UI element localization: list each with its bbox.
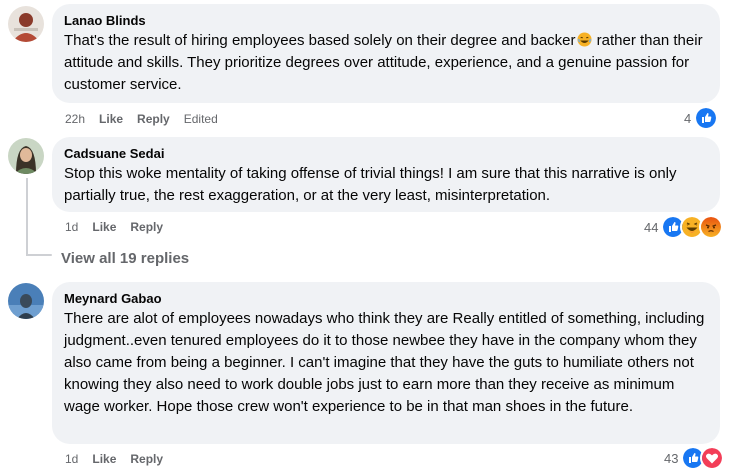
comment-text-part: That's the result of hiring employees ba…	[64, 32, 576, 49]
view-replies-link[interactable]: View all 19 replies	[61, 250, 189, 267]
comment-timestamp[interactable]: 1d	[65, 451, 78, 467]
thread-connector-branch	[26, 254, 52, 256]
comment-bubble: Lanao Blinds That's the result of hiring…	[52, 4, 720, 103]
reply-button[interactable]: Reply	[137, 111, 170, 127]
reaction-count: 44	[644, 219, 659, 235]
comment-bubble: Meynard Gabao There are alot of employee…	[52, 282, 720, 444]
like-reaction-icon	[694, 106, 719, 130]
reply-button[interactable]: Reply	[130, 451, 163, 467]
laughing-emoji-icon	[576, 32, 592, 47]
reaction-summary[interactable]: 43	[664, 446, 725, 470]
avatar[interactable]	[8, 283, 44, 319]
comment-timestamp[interactable]: 1d	[65, 219, 78, 235]
like-button[interactable]: Like	[99, 111, 123, 127]
love-reaction-icon	[700, 446, 725, 470]
reaction-count: 4	[684, 110, 692, 126]
comment-actions: 22h Like Reply Edited	[65, 111, 218, 127]
reaction-summary[interactable]: 44	[644, 215, 724, 239]
comment-bubble: Cadsuane Sedai Stop this woke mentality …	[52, 137, 720, 212]
comment-timestamp[interactable]: 22h	[65, 111, 85, 127]
comment-author[interactable]: Lanao Blinds	[64, 12, 708, 29]
edited-label: Edited	[183, 112, 218, 126]
comment-text: That's the result of hiring employees ba…	[64, 30, 708, 96]
like-button[interactable]: Like	[92, 451, 116, 467]
comment-text: Stop this woke mentality of taking offen…	[64, 165, 677, 204]
reaction-count: 43	[664, 450, 679, 466]
like-button[interactable]: Like	[92, 219, 116, 235]
reply-button[interactable]: Reply	[130, 219, 163, 235]
avatar[interactable]	[8, 6, 44, 42]
comment-author[interactable]: Meynard Gabao	[64, 290, 708, 307]
reaction-summary[interactable]: 4	[684, 106, 719, 130]
comment-author[interactable]: Cadsuane Sedai	[64, 145, 708, 162]
avatar[interactable]	[8, 138, 44, 174]
angry-reaction-icon	[699, 215, 724, 239]
comment-text: There are alot of employees nowadays who…	[64, 310, 705, 415]
thread-connector	[26, 178, 28, 256]
comment-actions: 1d Like Reply	[65, 219, 163, 235]
comment-actions: 1d Like Reply	[65, 451, 163, 467]
